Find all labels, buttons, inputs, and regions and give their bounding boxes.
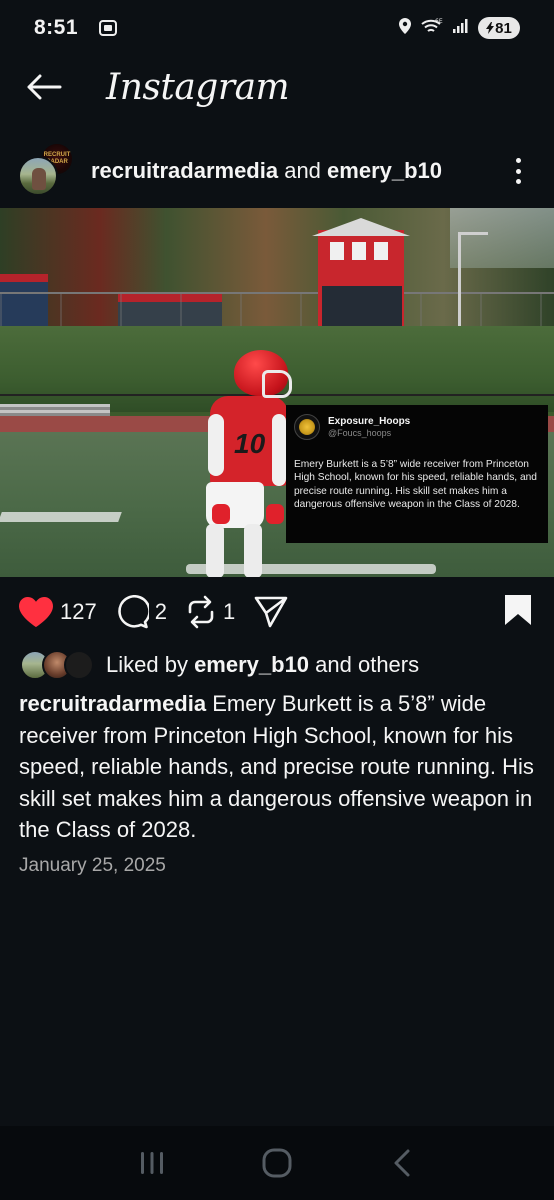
location-icon [398,17,412,40]
system-back-button[interactable] [382,1143,422,1183]
post-date: January 25, 2025 [19,855,166,876]
liked-by-avatars [20,650,96,680]
image-tower-roof [312,218,410,236]
player-leg [206,524,224,577]
back-icon [394,1149,410,1177]
post-header: RECRUIT RADAR recruitradarmedia and emer… [0,140,554,202]
network-label: 6E [435,18,443,25]
battery-level: 81 [495,19,512,37]
wifi-icon: 6E [420,17,444,40]
image-light-pole [458,232,461,328]
likes-count: 127 [60,599,97,624]
comment-button[interactable]: 2 [115,595,167,629]
home-icon [262,1148,292,1178]
signal-icon [452,18,470,39]
more-options-button[interactable] [512,156,524,186]
save-button[interactable] [504,594,532,631]
tweet-card: Exposure_Hoops @Foucs_hoops Emery Burket… [286,405,548,543]
post-actions: 127 2 1 [0,588,554,636]
tweet-avatar [294,414,320,440]
heart-icon [19,597,53,627]
image-window [352,242,366,260]
system-nav-bar [0,1126,554,1200]
share-icon [254,596,288,628]
reposts-count: 1 [222,599,236,624]
home-button[interactable] [257,1143,297,1183]
more-dot [515,179,521,184]
image-light-arm [458,232,488,235]
tweet-header: Exposure_Hoops @Foucs_hoops [294,414,538,440]
battery-indicator: 81 [478,17,520,39]
comment-icon [118,595,149,629]
tweet-avatar-logo [299,419,315,435]
recents-button[interactable] [132,1143,172,1183]
back-arrow-icon [27,74,62,100]
player-arm [272,414,286,486]
image-window [374,242,388,260]
avatar [64,650,94,680]
like-button[interactable]: 127 [18,596,97,628]
post-usernames: recruitradarmedia and emery_b10 [91,158,442,184]
username-connector: and [278,158,328,183]
post-avatars[interactable]: RECRUIT RADAR [18,142,84,200]
instagram-logo: Instagram [106,66,290,108]
tweet-text: Emery Burkett is a 5’8” wide receiver fr… [294,459,537,511]
avatar-emery[interactable] [18,156,58,196]
bolt-icon [486,22,495,34]
app-header: Instagram [0,56,554,118]
player-glove [212,504,230,524]
jersey-number: 10 [234,428,266,459]
image-tower-base [322,286,402,328]
image-field-line [0,512,122,522]
image-player: 10 [200,348,300,577]
tweet-handle: @Foucs_hoops [328,428,392,438]
caption-username[interactable]: recruitradarmedia [19,691,206,716]
bookmark-icon [505,594,531,625]
liked-by[interactable]: Liked by emery_b10 and others [20,648,540,682]
liked-by-user[interactable]: emery_b10 [194,652,309,677]
status-right: 6E 81 [398,17,520,40]
player-facemask [262,370,292,398]
liked-by-text: Liked by emery_b10 and others [106,652,419,678]
comments-count: 2 [154,599,167,624]
status-time: 8:51 [34,16,79,39]
liked-by-suffix: and others [309,652,420,677]
more-vertical-icon [515,158,521,163]
image-sky [450,208,554,268]
player-glove [266,504,284,524]
username-link[interactable]: emery_b10 [327,158,442,183]
back-button[interactable] [24,67,64,107]
status-bar: 8:51 6E 81 [0,0,554,56]
share-button[interactable] [253,595,289,629]
post-image[interactable]: 10 Exposure_Hoops @Foucs_hoops Emery Bur… [0,208,554,577]
tweet-names: Exposure_Hoops @Foucs_hoops [328,416,410,438]
repost-button[interactable]: 1 [185,595,235,629]
liked-by-prefix: Liked by [106,652,195,677]
more-dot [515,168,521,174]
post-caption: recruitradarmedia Emery Burkett is a 5’8… [19,688,539,846]
username-link[interactable]: recruitradarmedia [91,158,278,183]
tweet-name: Exposure_Hoops [328,416,411,427]
player-arm [208,414,224,476]
image-window [330,242,344,260]
player-leg [244,524,262,577]
recents-icon [141,1152,164,1174]
screen-record-icon [98,18,118,38]
repost-icon [188,595,214,629]
